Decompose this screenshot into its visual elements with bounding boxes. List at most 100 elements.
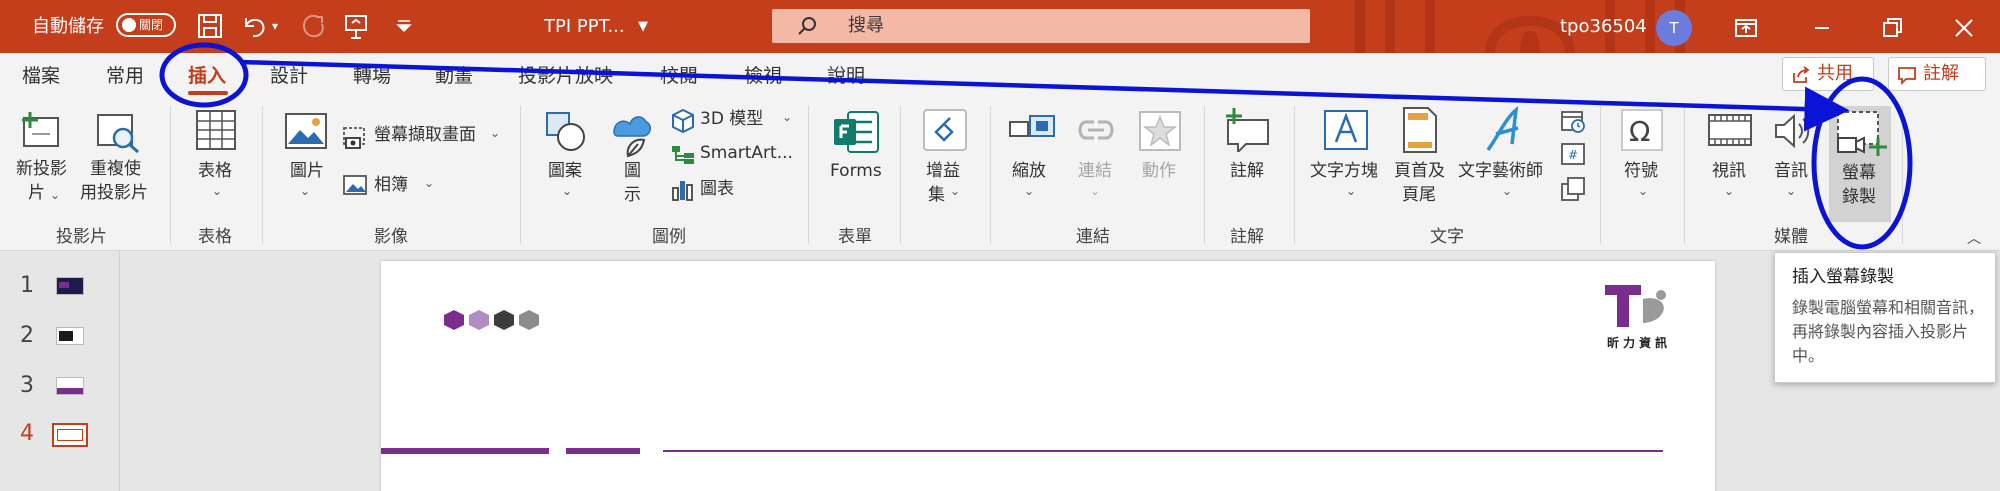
audio-label[interactable]: 音訊 — [1774, 160, 1808, 183]
comments-button[interactable]: 註解 — [1888, 57, 1986, 91]
close-icon[interactable] — [1948, 12, 1980, 44]
share-button[interactable]: 共用 — [1782, 57, 1874, 91]
slide-thumbnail-4-selected[interactable] — [52, 423, 88, 447]
reuse-slides-label-1[interactable]: 重複使 — [90, 158, 141, 181]
3d-models-dropdown-icon[interactable]: ⌄ — [782, 110, 792, 124]
tab-home[interactable]: 常用 — [106, 53, 144, 96]
new-slide-icon[interactable] — [18, 110, 62, 150]
smartart-label[interactable]: SmartArt... — [700, 142, 793, 165]
textbox-icon[interactable] — [1322, 108, 1370, 152]
photo-album-label[interactable]: 相簿 — [374, 174, 408, 197]
photo-album-icon[interactable] — [342, 174, 368, 196]
3d-models-icon[interactable] — [670, 108, 696, 134]
screenshot-label[interactable]: 螢幕擷取畫面 — [374, 124, 476, 147]
new-comment-label[interactable]: 註解 — [1230, 160, 1264, 183]
new-slide-label-2[interactable]: 片 — [28, 182, 45, 205]
icons-label-1[interactable]: 圖 — [624, 160, 641, 183]
photo-album-dropdown-icon[interactable]: ⌄ — [424, 176, 434, 190]
restore-icon[interactable] — [1876, 12, 1908, 44]
pictures-icon[interactable] — [284, 112, 328, 150]
user-name[interactable]: tpo36504 — [1560, 0, 1647, 53]
pictures-label[interactable]: 圖片 — [290, 160, 324, 183]
undo-dropdown-icon[interactable]: ▾ — [272, 0, 278, 53]
audio-dropdown-icon[interactable]: ⌄ — [1786, 184, 1796, 198]
wordart-label[interactable]: 文字藝術師 — [1458, 160, 1543, 183]
video-label[interactable]: 視訊 — [1712, 160, 1746, 183]
undo-icon[interactable] — [238, 10, 270, 42]
symbol-label[interactable]: 符號 — [1624, 160, 1658, 183]
shapes-dropdown-icon[interactable]: ⌄ — [562, 184, 572, 198]
new-slide-label-1[interactable]: 新投影 — [16, 158, 67, 181]
present-icon[interactable] — [340, 10, 372, 42]
symbol-icon[interactable]: Ω — [1620, 108, 1664, 152]
addins-label-2[interactable]: 集 — [928, 184, 945, 207]
new-slide-dropdown-icon[interactable]: ⌄ — [50, 188, 60, 202]
chart-label[interactable]: 圖表 — [700, 178, 734, 201]
table-label[interactable]: 表格 — [198, 160, 232, 183]
chart-icon[interactable] — [670, 178, 696, 202]
addins-dropdown-icon[interactable]: ⌄ — [950, 184, 960, 198]
tab-help[interactable]: 說明 — [827, 53, 865, 96]
customize-toolbar-icon[interactable] — [388, 10, 420, 42]
tab-design[interactable]: 設計 — [270, 53, 308, 96]
tab-view[interactable]: 檢視 — [744, 53, 782, 96]
tab-insert[interactable]: 插入 — [188, 53, 226, 96]
screenshot-icon[interactable] — [342, 126, 368, 150]
3d-models-label[interactable]: 3D 模型 — [700, 108, 763, 131]
ribbon-display-options-icon[interactable] — [1730, 12, 1762, 44]
zoom-icon[interactable] — [1008, 110, 1056, 150]
textbox-label[interactable]: 文字方塊 — [1310, 160, 1378, 183]
wordart-icon[interactable] — [1482, 106, 1530, 154]
symbol-dropdown-icon[interactable]: ⌄ — [1638, 184, 1648, 198]
pictures-dropdown-icon[interactable]: ⌄ — [300, 184, 310, 198]
header-footer-label-2[interactable]: 頁尾 — [1402, 184, 1436, 207]
date-time-icon[interactable] — [1560, 108, 1586, 134]
wordart-dropdown-icon[interactable]: ⌄ — [1502, 184, 1512, 198]
header-footer-label-1[interactable]: 頁首及 — [1394, 160, 1445, 183]
tab-review[interactable]: 校閱 — [660, 53, 698, 96]
addins-label-1[interactable]: 增益 — [926, 160, 960, 183]
reuse-slides-label-2[interactable]: 用投影片 — [80, 182, 148, 205]
new-comment-icon[interactable] — [1224, 108, 1272, 152]
shapes-label[interactable]: 圖案 — [548, 160, 582, 183]
screenshot-dropdown-icon[interactable]: ⌄ — [490, 126, 500, 140]
avatar[interactable]: T — [1656, 10, 1692, 46]
tab-file[interactable]: 檔案 — [22, 53, 60, 96]
icons-label-2[interactable]: 示 — [624, 184, 641, 207]
zoom-label[interactable]: 縮放 — [1012, 160, 1046, 183]
icons-icon[interactable] — [608, 110, 656, 158]
slide-number-icon[interactable]: # — [1560, 142, 1586, 166]
header-footer-icon[interactable] — [1400, 106, 1440, 154]
shapes-icon[interactable] — [544, 110, 588, 152]
save-icon[interactable] — [194, 10, 226, 42]
slide-thumbnail-3[interactable] — [56, 377, 84, 395]
slide-thumbnail-1[interactable] — [56, 277, 84, 295]
object-icon[interactable] — [1560, 176, 1586, 202]
slide-thumbnail-2[interactable] — [56, 327, 84, 345]
file-name-dropdown-icon[interactable]: ▼ — [638, 0, 648, 53]
search-placeholder: 搜尋 — [848, 15, 884, 36]
search-input[interactable]: 搜尋 — [772, 9, 1310, 43]
minimize-icon[interactable] — [1806, 12, 1838, 44]
tab-transitions[interactable]: 轉場 — [353, 53, 391, 96]
zoom-dropdown-icon[interactable]: ⌄ — [1024, 184, 1034, 198]
collapse-ribbon-icon[interactable]: ︿ — [1967, 228, 1981, 248]
tab-slideshow[interactable]: 投影片放映 — [518, 53, 613, 96]
tooltip-title: 插入螢幕錄製 — [1792, 267, 1894, 287]
audio-icon[interactable] — [1772, 112, 1812, 150]
reuse-slides-icon[interactable] — [95, 112, 143, 154]
forms-icon[interactable] — [832, 110, 880, 154]
forms-label[interactable]: Forms — [830, 160, 882, 183]
table-icon[interactable] — [194, 108, 238, 152]
screen-recording-icon[interactable] — [1834, 108, 1888, 162]
file-name[interactable]: TPI PPT... — [544, 0, 625, 53]
autosave-toggle[interactable]: 關閉 — [116, 13, 176, 37]
smartart-icon[interactable] — [670, 144, 696, 166]
video-icon[interactable] — [1706, 112, 1754, 148]
slide-canvas[interactable]: 昕力資訊 — [381, 261, 1715, 491]
table-dropdown-icon[interactable]: ⌄ — [212, 184, 222, 198]
addins-icon[interactable] — [922, 108, 968, 152]
tab-animations[interactable]: 動畫 — [435, 53, 473, 96]
textbox-dropdown-icon[interactable]: ⌄ — [1346, 184, 1356, 198]
video-dropdown-icon[interactable]: ⌄ — [1724, 184, 1734, 198]
